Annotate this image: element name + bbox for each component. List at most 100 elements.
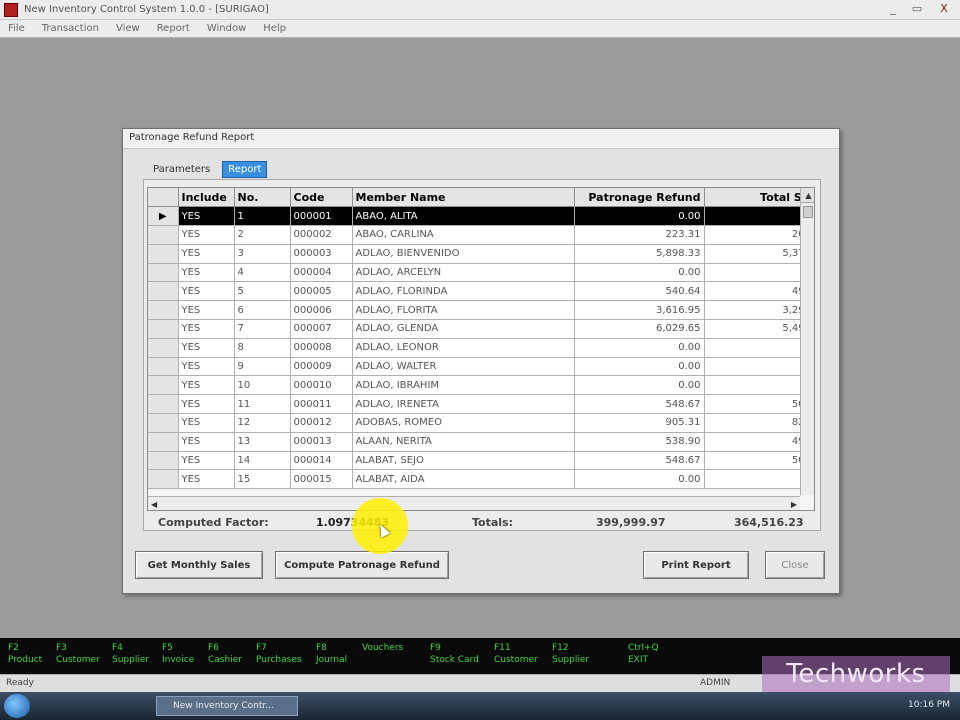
close-window-button[interactable]: X	[930, 1, 958, 17]
cell-include[interactable]: YES	[178, 300, 235, 321]
cell-code[interactable]: 000015	[290, 469, 353, 490]
horizontal-scrollbar[interactable]: ◀ ▶	[148, 496, 800, 510]
scroll-left-icon[interactable]: ◀	[151, 500, 157, 509]
scroll-up-icon[interactable]: ▲	[801, 188, 814, 203]
cell-code[interactable]: 000011	[290, 394, 353, 415]
table-row[interactable]: YES11000011ADLAO, IRENETA548.67500.1	[148, 394, 814, 415]
cell-code[interactable]: 000009	[290, 357, 353, 377]
cell-include[interactable]: YES	[178, 206, 235, 227]
cell-member-name[interactable]: ADLAO, IRENETA	[352, 394, 575, 415]
cell-total-sale[interactable]: 500.1	[704, 451, 814, 471]
column-header-code[interactable]: Code	[290, 188, 353, 208]
cell-code[interactable]: 000006	[290, 300, 353, 321]
close-button[interactable]: Close	[765, 551, 825, 579]
cell-total-sale[interactable]: 0.0	[704, 206, 814, 227]
table-row[interactable]: YES9000009ADLAO, WALTER0.000.0	[148, 357, 814, 377]
menu-window[interactable]: Window	[199, 23, 255, 34]
table-row[interactable]: YES8000008ADLAO, LEONOR0.000.0	[148, 338, 814, 358]
cell-patronage-refund[interactable]: 905.31	[574, 413, 705, 433]
table-row[interactable]: YES12000012ADOBAS, ROMEO905.31825.1	[148, 413, 814, 433]
member-grid[interactable]: Include No. Code Member Name Patronage R…	[147, 187, 815, 511]
cell-code[interactable]: 000012	[290, 413, 353, 433]
cell-member-name[interactable]: ADLAO, FLORINDA	[352, 281, 575, 302]
table-row[interactable]: YES13000013ALAAN, NERITA538.90491.2	[148, 432, 814, 452]
cell-code[interactable]: 000007	[290, 319, 353, 339]
cell-total-sale[interactable]: 500.1	[704, 394, 814, 415]
cell-member-name[interactable]: ALABAT, AIDA	[352, 469, 575, 490]
cell-include[interactable]: YES	[178, 375, 235, 396]
fkey-shortcut[interactable]: F3 Customer	[56, 642, 100, 666]
fkey-shortcut[interactable]: F11 Customer	[494, 642, 538, 666]
cell-member-name[interactable]: ADLAO, LEONOR	[352, 338, 575, 358]
table-row[interactable]: YES4000004ADLAO, ARCELYN0.000.0	[148, 263, 814, 283]
cell-patronage-refund[interactable]: 0.00	[574, 206, 705, 227]
cell-code[interactable]: 000005	[290, 281, 353, 302]
compute-patronage-refund-button[interactable]: Compute Patronage Refund	[275, 551, 449, 579]
cell-total-sale[interactable]: 0.0	[704, 263, 814, 283]
table-row[interactable]: YES14000014ALABAT, SEJO548.67500.1	[148, 451, 814, 471]
cell-include[interactable]: YES	[178, 263, 235, 283]
cell-include[interactable]: YES	[178, 338, 235, 358]
cell-member-name[interactable]: ADLAO, WALTER	[352, 357, 575, 377]
column-header-total-sale[interactable]: Total Sale	[704, 188, 814, 208]
scroll-right-icon[interactable]: ▶	[791, 500, 797, 509]
menu-report[interactable]: Report	[149, 23, 199, 34]
cell-total-sale[interactable]: 5,376.1	[704, 244, 814, 264]
cell-code[interactable]: 000004	[290, 263, 353, 283]
cell-code[interactable]: 000010	[290, 375, 353, 396]
get-monthly-sales-button[interactable]: Get Monthly Sales	[135, 551, 263, 579]
table-row[interactable]: YES10000010ADLAO, IBRAHIM0.000.0	[148, 375, 814, 396]
cell-include[interactable]: YES	[178, 432, 235, 452]
column-header-include[interactable]: Include	[178, 188, 235, 208]
cell-no[interactable]: 3	[234, 244, 291, 264]
table-row[interactable]: YES3000003ADLAO, BIENVENIDO5,898.335,376…	[148, 244, 814, 264]
cell-member-name[interactable]: ADOBAS, ROMEO	[352, 413, 575, 433]
cell-no[interactable]: 6	[234, 300, 291, 321]
cell-patronage-refund[interactable]: 3,616.95	[574, 300, 705, 321]
minimize-button[interactable]: _	[882, 1, 904, 17]
cell-no[interactable]: 13	[234, 432, 291, 452]
cell-include[interactable]: YES	[178, 394, 235, 415]
table-row[interactable]: YES15000015ALABAT, AIDA0.000.0	[148, 469, 814, 490]
table-row[interactable]: YES2000002ABAO, CARLINA223.31203.5	[148, 225, 814, 245]
menu-help[interactable]: Help	[255, 23, 295, 34]
column-header-patronage-refund[interactable]: Patronage Refund	[574, 188, 705, 208]
cell-patronage-refund[interactable]: 548.67	[574, 394, 705, 415]
cell-member-name[interactable]: ALABAT, SEJO	[352, 451, 575, 471]
cell-total-sale[interactable]: 0.0	[704, 357, 814, 377]
fkey-shortcut[interactable]: F9 Stock Card	[430, 642, 479, 666]
cell-member-name[interactable]: ABAO, CARLINA	[352, 225, 575, 245]
cell-patronage-refund[interactable]: 0.00	[574, 357, 705, 377]
cell-no[interactable]: 9	[234, 357, 291, 377]
fkey-shortcut[interactable]: F4 Supplier	[112, 642, 149, 666]
cell-member-name[interactable]: ABAO, ALITA	[352, 206, 575, 227]
cell-include[interactable]: YES	[178, 244, 235, 264]
cell-patronage-refund[interactable]: 548.67	[574, 451, 705, 471]
cell-no[interactable]: 15	[234, 469, 291, 490]
cell-no[interactable]: 7	[234, 319, 291, 339]
cell-include[interactable]: YES	[178, 451, 235, 471]
cell-no[interactable]: 8	[234, 338, 291, 358]
fkey-shortcut[interactable]: F6 Cashier	[208, 642, 242, 666]
cell-code[interactable]: 000002	[290, 225, 353, 245]
cell-total-sale[interactable]: 0.0	[704, 338, 814, 358]
cell-member-name[interactable]: ADLAO, FLORITA	[352, 300, 575, 321]
menu-transaction[interactable]: Transaction	[34, 23, 108, 34]
cell-include[interactable]: YES	[178, 357, 235, 377]
cell-patronage-refund[interactable]: 538.90	[574, 432, 705, 452]
cell-total-sale[interactable]: 0.0	[704, 375, 814, 396]
cell-patronage-refund[interactable]: 0.00	[574, 375, 705, 396]
cell-no[interactable]: 1	[234, 206, 291, 227]
maximize-button[interactable]: ▭	[906, 1, 928, 17]
fkey-shortcut[interactable]: F8 Journal	[316, 642, 347, 666]
column-header-no[interactable]: No.	[234, 188, 291, 208]
cell-no[interactable]: 12	[234, 413, 291, 433]
cell-member-name[interactable]: ADLAO, IBRAHIM	[352, 375, 575, 396]
cell-member-name[interactable]: ALAAN, NERITA	[352, 432, 575, 452]
table-row[interactable]: ▶YES1000001ABAO, ALITA0.000.0	[148, 206, 814, 227]
cell-total-sale[interactable]: 0.0	[704, 469, 814, 490]
cell-patronage-refund[interactable]: 0.00	[574, 469, 705, 490]
cell-include[interactable]: YES	[178, 469, 235, 490]
cell-no[interactable]: 10	[234, 375, 291, 396]
cell-patronage-refund[interactable]: 0.00	[574, 338, 705, 358]
